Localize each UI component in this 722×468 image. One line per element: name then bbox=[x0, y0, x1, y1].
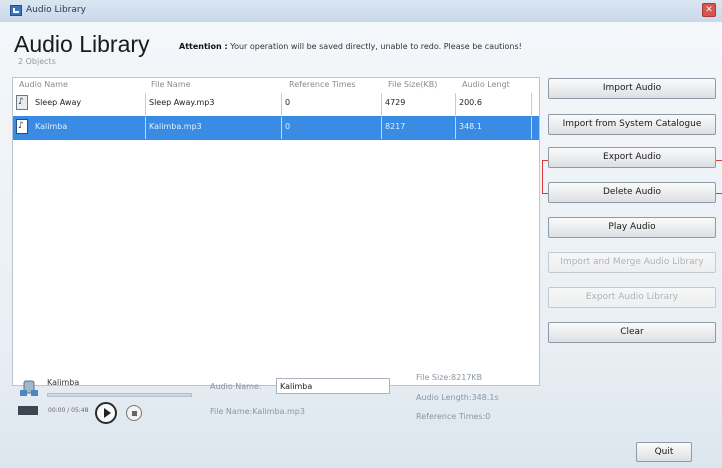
playback-time: 00:00 / 05:48 bbox=[48, 407, 89, 414]
column-separator bbox=[145, 93, 146, 115]
cell-reference-times: 0 bbox=[285, 98, 291, 107]
column-separator bbox=[531, 93, 532, 115]
table-header: Audio Name File Name Reference Times Fil… bbox=[13, 78, 539, 92]
cell-file-name: Sleep Away.mp3 bbox=[149, 98, 215, 107]
column-separator bbox=[281, 117, 282, 139]
column-file-size[interactable]: File Size(KB) bbox=[388, 80, 437, 89]
cell-file-size: 4729 bbox=[385, 98, 406, 107]
stop-icon[interactable] bbox=[126, 405, 142, 421]
cell-file-name: Kalimba.mp3 bbox=[149, 122, 202, 131]
column-audio-length[interactable]: Audio Lengt bbox=[462, 80, 510, 89]
clear-button[interactable]: Clear bbox=[548, 322, 716, 343]
delete-audio-button[interactable]: Delete Audio bbox=[548, 182, 716, 203]
table-row-selected[interactable]: Kalimba Kalimba.mp3 0 8217 348.1 bbox=[13, 116, 539, 140]
cell-file-size: 8217 bbox=[385, 122, 406, 131]
attention-notice: Attention : Your operation will be saved… bbox=[179, 42, 522, 51]
column-separator bbox=[455, 117, 456, 139]
cell-audio-length: 200.6 bbox=[459, 98, 482, 107]
attention-text: Your operation will be saved directly, u… bbox=[230, 42, 522, 51]
audio-library-app-icon bbox=[10, 5, 22, 16]
column-file-name[interactable]: File Name bbox=[151, 80, 191, 89]
speaker-icon bbox=[20, 380, 38, 396]
audio-name-input[interactable] bbox=[276, 378, 390, 394]
audio-length-info: Audio Length:348.1s bbox=[416, 393, 499, 402]
volume-icon[interactable] bbox=[18, 406, 38, 415]
object-count: 2 Objects bbox=[18, 57, 56, 66]
column-separator bbox=[145, 117, 146, 139]
import-from-system-catalogue-button[interactable]: Import from System Catalogue bbox=[548, 114, 716, 135]
column-separator bbox=[381, 117, 382, 139]
quit-button[interactable]: Quit bbox=[636, 442, 692, 462]
audio-file-icon bbox=[16, 95, 28, 110]
column-separator bbox=[381, 93, 382, 115]
page-title: Audio Library bbox=[14, 31, 150, 57]
export-audio-library-button[interactable]: Export Audio Library bbox=[548, 287, 716, 308]
reference-times-info: Reference Times:0 bbox=[416, 412, 491, 421]
playback-progress-bar[interactable] bbox=[47, 393, 192, 397]
play-audio-button[interactable]: Play Audio bbox=[548, 217, 716, 238]
column-audio-name[interactable]: Audio Name bbox=[19, 80, 68, 89]
window-close-button[interactable]: ✕ bbox=[702, 3, 716, 17]
file-name-info: File Name:Kalimba.mp3 bbox=[210, 407, 305, 416]
audio-table: Audio Name File Name Reference Times Fil… bbox=[12, 77, 540, 386]
cell-audio-name: Sleep Away bbox=[35, 98, 82, 107]
attention-label: Attention : bbox=[179, 42, 228, 51]
file-size-info: File Size:8217KB bbox=[416, 373, 483, 382]
export-audio-button[interactable]: Export Audio bbox=[548, 147, 716, 168]
main-panel: Audio Library Attention : Your operation… bbox=[0, 22, 722, 468]
column-separator bbox=[281, 93, 282, 115]
cell-audio-name: Kalimba bbox=[35, 122, 68, 131]
now-playing-title: Kalimba bbox=[47, 378, 80, 387]
play-icon[interactable] bbox=[95, 402, 117, 424]
window-title: Audio Library bbox=[26, 5, 86, 15]
cell-audio-length: 348.1 bbox=[459, 122, 482, 131]
title-bar: Audio Library ✕ bbox=[0, 0, 722, 23]
import-audio-button[interactable]: Import Audio bbox=[548, 78, 716, 99]
audio-name-label: Audio Name: bbox=[210, 382, 262, 391]
import-and-merge-audio-library-button[interactable]: Import and Merge Audio Library bbox=[548, 252, 716, 273]
column-separator bbox=[455, 93, 456, 115]
audio-file-icon bbox=[16, 119, 28, 134]
table-row[interactable]: Sleep Away Sleep Away.mp3 0 4729 200.6 bbox=[13, 92, 539, 116]
column-reference-times[interactable]: Reference Times bbox=[289, 80, 356, 89]
column-separator bbox=[531, 117, 532, 139]
cell-reference-times: 0 bbox=[285, 122, 291, 131]
